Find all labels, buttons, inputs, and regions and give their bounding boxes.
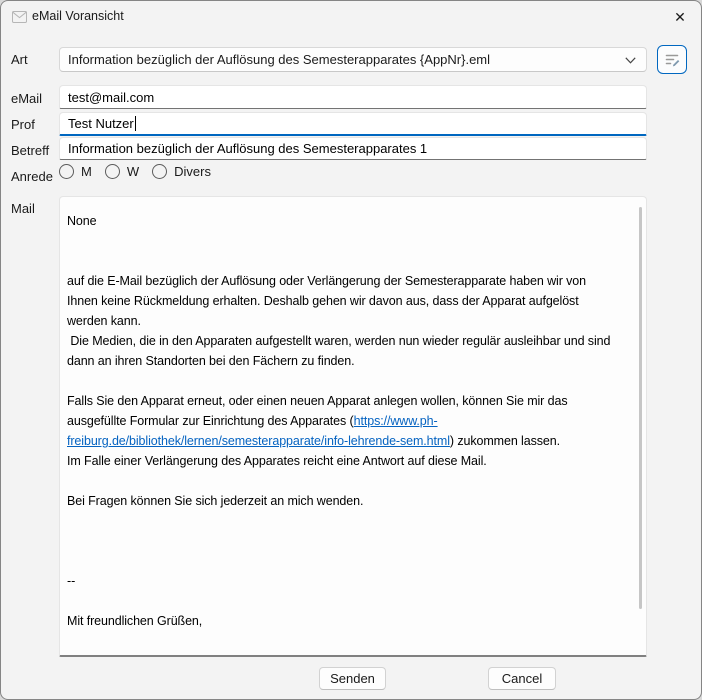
mail-paragraph <box>67 251 620 271</box>
anrede-radio-w[interactable]: W <box>105 164 139 179</box>
close-button[interactable]: ✕ <box>665 3 695 31</box>
art-combobox-value: Information bezüglich der Auflösung des … <box>68 52 490 67</box>
mail-paragraph <box>67 231 620 251</box>
betreff-input-value: Information bezüglich der Auflösung des … <box>68 141 427 156</box>
mail-body-textarea[interactable]: None auf die E-Mail bezüglich der Auflösu… <box>59 196 647 657</box>
radio-label: M <box>81 164 92 179</box>
art-template-combobox[interactable]: Information bezüglich der Auflösung des … <box>59 47 647 72</box>
mail-paragraph <box>67 631 620 651</box>
mail-paragraph: None <box>67 211 620 231</box>
anrede-radio-divers[interactable]: Divers <box>152 164 211 179</box>
mail-paragraph: Im Falle einer Verlängerung des Apparate… <box>67 451 620 471</box>
radio-label: Divers <box>174 164 211 179</box>
mail-label: Mail <box>11 201 35 216</box>
mail-paragraph: Mit freundlichen Grüßen, <box>67 611 620 631</box>
edit-template-icon <box>664 51 681 68</box>
email-label: eMail <box>11 91 42 106</box>
art-label: Art <box>11 52 28 67</box>
radio-circle-icon[interactable] <box>152 164 167 179</box>
title-bar: eMail Voransicht ✕ <box>1 1 701 33</box>
mail-paragraph: -- <box>67 571 620 591</box>
mail-paragraph <box>67 591 620 611</box>
mail-paragraph <box>67 551 620 571</box>
radio-label: W <box>127 164 139 179</box>
mail-paragraph: auf die E-Mail bezüglich der Auflösung o… <box>67 271 620 331</box>
mail-paragraph: Alexander Kirchner <box>67 651 620 657</box>
anrede-label: Anrede <box>11 169 53 184</box>
prof-input-value: Test Nutzer <box>68 116 134 131</box>
email-input-value: test@mail.com <box>68 90 154 105</box>
mail-paragraph <box>67 471 620 491</box>
mail-paragraph: Bei Fragen können Sie sich jederzeit an … <box>67 491 620 511</box>
cancel-button[interactable]: Cancel <box>488 667 556 690</box>
email-input[interactable]: test@mail.com <box>59 85 647 109</box>
prof-label: Prof <box>11 117 35 132</box>
betreff-label: Betreff <box>11 143 49 158</box>
radio-circle-icon[interactable] <box>105 164 120 179</box>
prof-input[interactable]: Test Nutzer <box>59 112 647 136</box>
mail-text: ) zukommen lassen. <box>450 434 560 448</box>
mail-paragraph <box>67 511 620 531</box>
edit-template-button[interactable] <box>657 45 687 74</box>
window-title: eMail Voransicht <box>32 9 124 23</box>
anrede-radio-m[interactable]: M <box>59 164 92 179</box>
send-button[interactable]: Senden <box>319 667 386 690</box>
mail-paragraph <box>67 531 620 551</box>
text-caret <box>135 116 136 131</box>
chevron-down-icon <box>625 57 636 64</box>
mail-paragraph: Die Medien, die in den Apparaten aufgest… <box>67 331 620 371</box>
scrollbar-thumb[interactable] <box>639 207 642 609</box>
anrede-radio-group: M W Divers <box>59 164 211 179</box>
email-preview-dialog: eMail Voransicht ✕ Art Information bezüg… <box>0 0 702 700</box>
radio-circle-icon[interactable] <box>59 164 74 179</box>
mail-text: Falls Sie den Apparat erneut, oder einen… <box>67 394 571 428</box>
mail-paragraph: Falls Sie den Apparat erneut, oder einen… <box>67 391 620 451</box>
betreff-input[interactable]: Information bezüglich der Auflösung des … <box>59 137 647 160</box>
envelope-icon <box>12 11 27 23</box>
mail-paragraph <box>67 371 620 391</box>
